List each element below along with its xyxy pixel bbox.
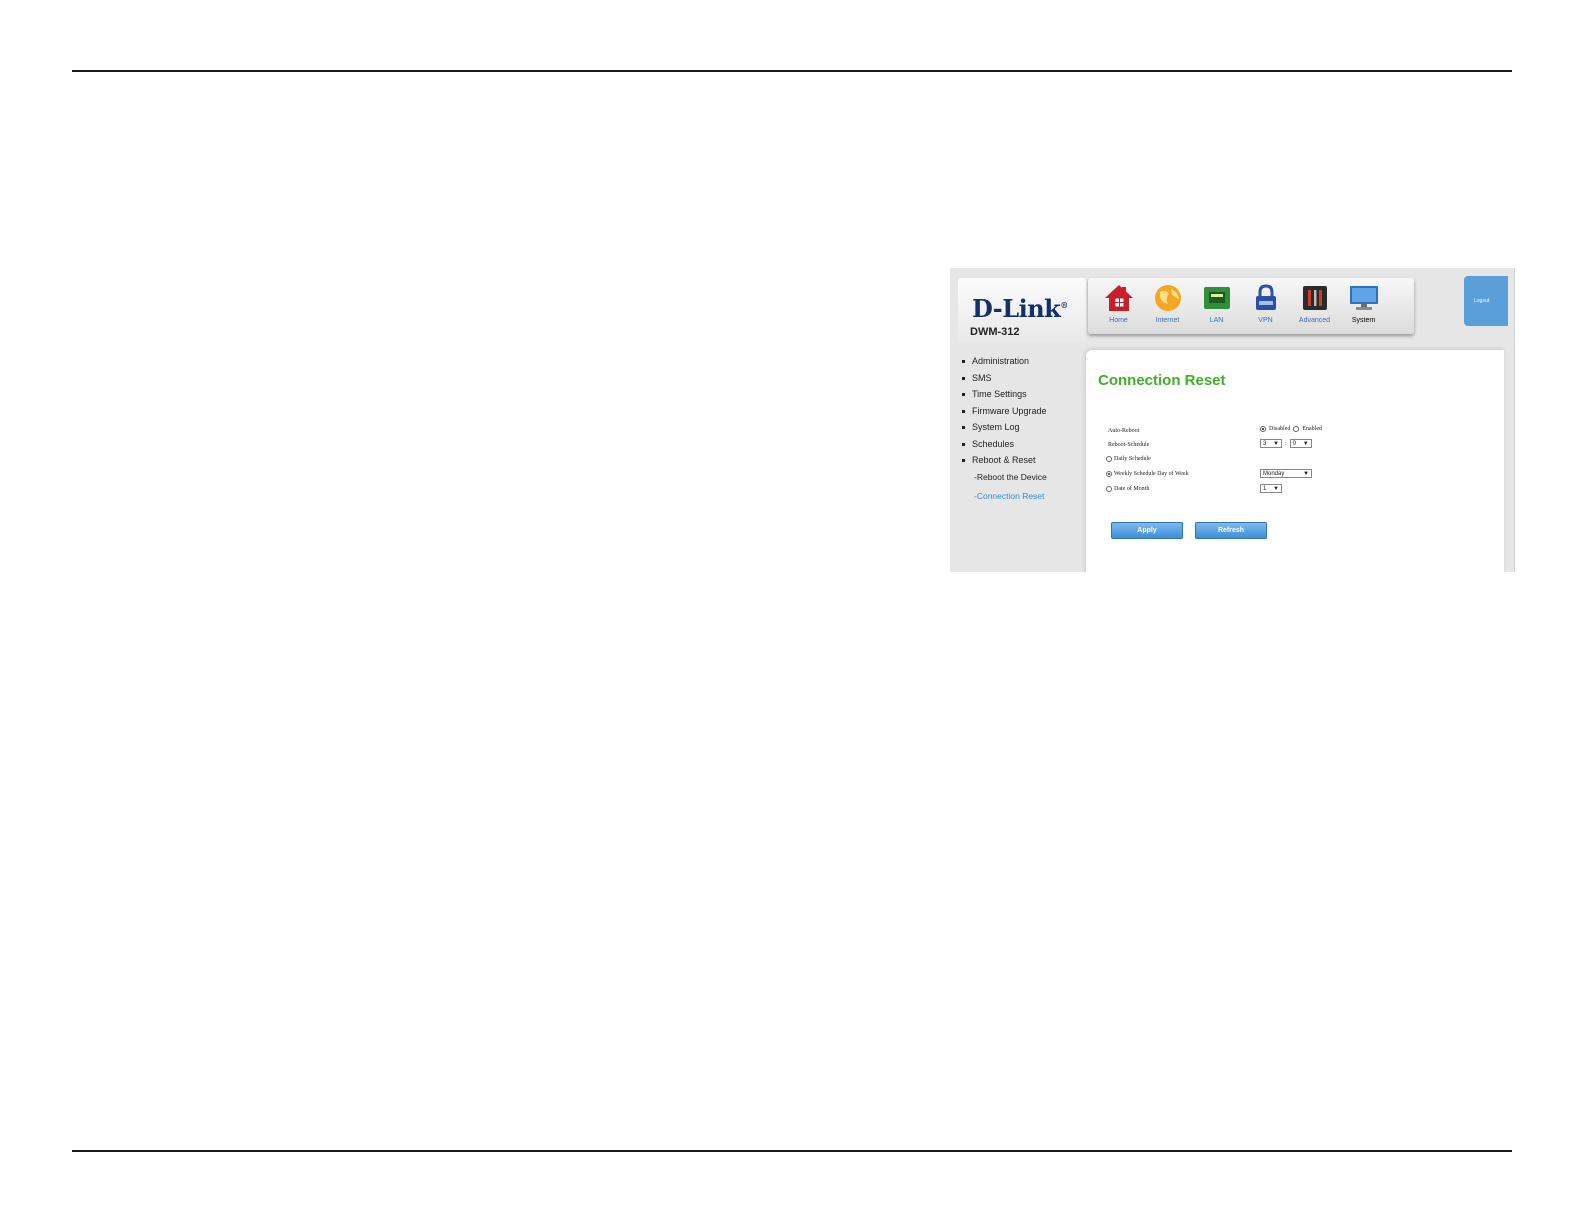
hour-select[interactable]: 3 ▼ bbox=[1260, 439, 1282, 448]
brand-block: D-Link® DWM-312 bbox=[958, 278, 1086, 342]
sidebar-item-schedules[interactable]: Schedules bbox=[962, 439, 1047, 456]
sidebar-item-reboot-reset[interactable]: Reboot & Reset bbox=[962, 455, 1047, 472]
router-screenshot: D-Link® DWM-312 Home Internet LAN VPN Ad… bbox=[950, 268, 1515, 572]
nav-lan[interactable]: LAN bbox=[1192, 278, 1241, 334]
monitor-icon bbox=[1349, 286, 1378, 310]
sidebar-item-administration[interactable]: Administration bbox=[962, 356, 1047, 373]
daily-schedule-row: Daily Schedule bbox=[1106, 456, 1151, 462]
auto-reboot-label: Auto-Reboot bbox=[1108, 428, 1140, 434]
weekly-day-field: Monday ▼ bbox=[1260, 469, 1312, 478]
chevron-down-icon: ▼ bbox=[1273, 440, 1279, 447]
tools-icon bbox=[1302, 286, 1327, 310]
date-of-month-field: 1 ▼ bbox=[1260, 484, 1282, 493]
date-of-month-radio[interactable] bbox=[1106, 486, 1112, 492]
minute-select[interactable]: 0 ▼ bbox=[1289, 439, 1312, 448]
weekly-schedule-radio[interactable] bbox=[1106, 471, 1112, 477]
apply-button[interactable]: Apply bbox=[1111, 522, 1183, 539]
sidebar-item-time-settings[interactable]: Time Settings bbox=[962, 389, 1047, 406]
home-icon bbox=[1104, 285, 1133, 311]
auto-reboot-options: Disabled Enabled bbox=[1260, 426, 1322, 432]
page-title: Connection Reset bbox=[1098, 372, 1226, 389]
sidebar-item-firmware-upgrade[interactable]: Firmware Upgrade bbox=[962, 406, 1047, 423]
auto-reboot-enabled-radio[interactable] bbox=[1293, 426, 1300, 432]
top-rule bbox=[72, 70, 1512, 72]
reboot-schedule-label: Reboot-Schedule bbox=[1108, 442, 1150, 448]
chevron-down-icon: ▼ bbox=[1302, 440, 1309, 447]
auto-reboot-disabled-radio[interactable] bbox=[1260, 426, 1266, 432]
date-of-month-row: Date of Month bbox=[1106, 486, 1149, 492]
top-navigation: Home Internet LAN VPN Advanced System bbox=[1088, 278, 1414, 334]
logout-button[interactable]: Logout bbox=[1464, 276, 1508, 326]
sidebar-subitem-connection-reset[interactable]: -Connection Reset bbox=[962, 491, 1047, 510]
nav-internet[interactable]: Internet bbox=[1143, 278, 1192, 334]
weekly-schedule-row: Weekly Schedule Day of Week bbox=[1106, 471, 1189, 477]
dlink-logo: D-Link® bbox=[972, 294, 1068, 323]
reboot-schedule-time: 3 ▼ : 0 ▼ bbox=[1260, 439, 1312, 448]
nav-system[interactable]: System bbox=[1339, 278, 1388, 334]
globe-icon bbox=[1154, 285, 1181, 311]
chevron-down-icon: ▼ bbox=[1303, 470, 1309, 477]
chevron-down-icon: ▼ bbox=[1273, 485, 1279, 492]
refresh-button[interactable]: Refresh bbox=[1195, 522, 1267, 539]
bottom-rule bbox=[72, 1150, 1512, 1152]
lock-icon bbox=[1255, 284, 1276, 310]
content-panel: Connection Reset Auto-Reboot Disabled En… bbox=[1086, 350, 1504, 572]
sidebar: Administration SMS Time Settings Firmwar… bbox=[962, 356, 1047, 510]
sidebar-item-sms[interactable]: SMS bbox=[962, 373, 1047, 390]
lan-port-icon bbox=[1203, 287, 1230, 309]
sidebar-item-system-log[interactable]: System Log bbox=[962, 422, 1047, 439]
date-of-month-select[interactable]: 1 ▼ bbox=[1260, 484, 1282, 493]
nav-vpn[interactable]: VPN bbox=[1241, 278, 1290, 334]
sidebar-subitem-reboot-device[interactable]: -Reboot the Device bbox=[962, 472, 1047, 491]
nav-advanced[interactable]: Advanced bbox=[1290, 278, 1339, 334]
model-name: DWM-312 bbox=[970, 326, 1020, 338]
daily-schedule-radio[interactable] bbox=[1106, 456, 1112, 462]
day-of-week-select[interactable]: Monday ▼ bbox=[1260, 469, 1312, 478]
nav-home[interactable]: Home bbox=[1094, 278, 1143, 334]
